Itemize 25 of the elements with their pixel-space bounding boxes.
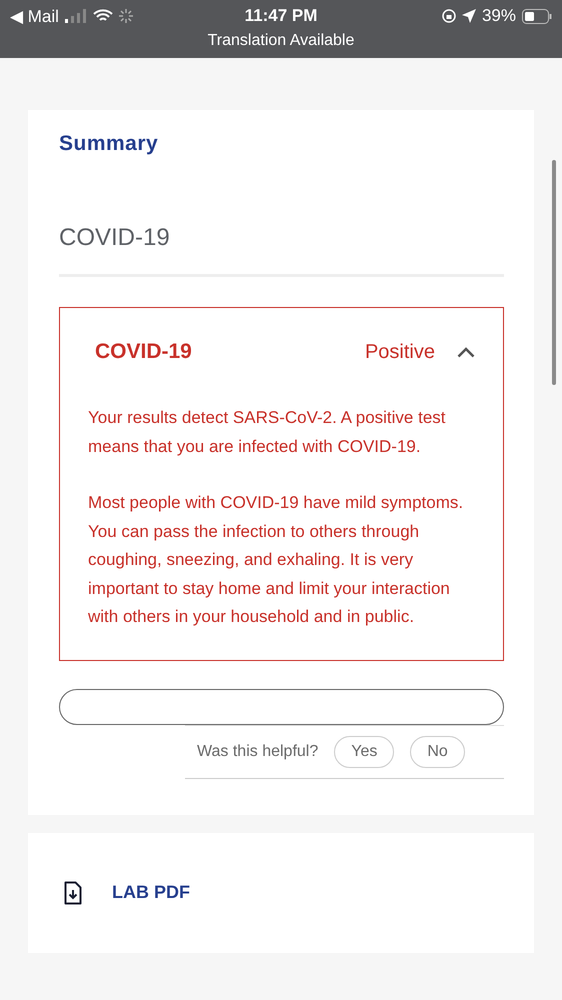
result-value: Positive	[364, 340, 435, 364]
feedback-question: Was this helpful?	[197, 742, 318, 760]
chevron-icon[interactable]	[457, 346, 475, 358]
result-name: COVID-19	[95, 340, 192, 364]
battery-percent: 39%	[482, 6, 516, 26]
loading-icon	[118, 9, 133, 23]
file-download-icon	[64, 880, 82, 904]
lab-pdf-link[interactable]: LAB PDF	[112, 882, 190, 903]
back-link[interactable]: ◀ Mail	[10, 6, 59, 26]
location-icon	[462, 9, 476, 23]
test-name: COVID-19	[59, 224, 504, 277]
battery-icon	[522, 8, 552, 24]
rotation-lock-icon	[442, 9, 456, 23]
feedback-button[interactable]: No	[410, 736, 465, 768]
feedback-button[interactable]: Yes	[334, 736, 394, 768]
input-field[interactable]	[59, 688, 504, 724]
wifi-icon	[92, 9, 113, 23]
scrollbar[interactable]	[552, 160, 556, 385]
result-explanation: Your results detect SARS-CoV-2. A positive test means that you are infected with COVID-19.	[88, 407, 446, 458]
signal-icon	[64, 9, 87, 23]
clock-time: 11:47 PM	[244, 6, 318, 26]
section-title: Summary	[59, 132, 160, 156]
translation-banner[interactable]: Translation Available	[208, 32, 354, 50]
result-explanation: Most people with COVID-19 have mild symptoms. You can pass the infection to others through coughing, sneezing, and exhaling. It is very important to stay home and limit your interaction with others in your household and in public.	[88, 492, 464, 628]
result-panel[interactable]	[59, 307, 504, 660]
